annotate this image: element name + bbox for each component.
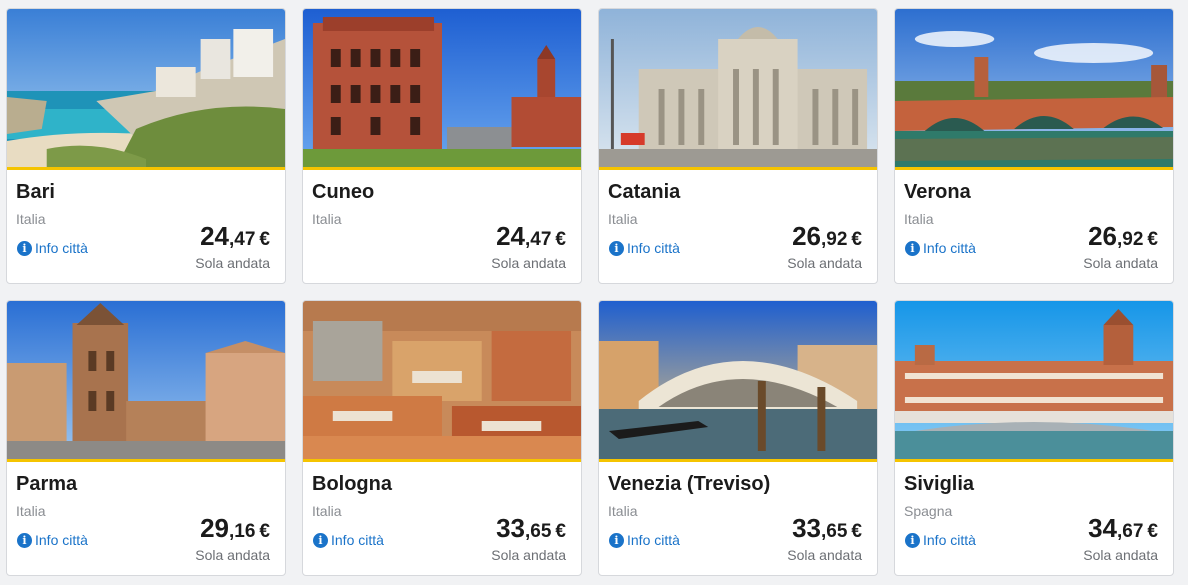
price: 34,67 € [1088,513,1158,544]
info-city-link[interactable]: i Info città [609,532,680,548]
price-decimal: ,92 [1117,229,1144,250]
city-photo [895,9,1173,170]
price: 33,65 € [496,513,566,544]
country-name: Italia [608,211,638,227]
one-way-label: Sola andata [491,255,566,271]
info-icon: i [17,240,32,256]
destination-grid: Bari Italia i Info città 24,47 € Sola and… [6,8,1174,576]
country-name: Italia [16,503,46,519]
price-currency: € [259,229,270,250]
info-city-link[interactable]: i Info città [905,240,976,256]
one-way-label: Sola andata [1083,255,1158,271]
price-currency: € [851,521,862,542]
city-name: Cuneo [312,181,375,203]
price-currency: € [555,521,566,542]
price-integer: 34 [1088,513,1117,543]
info-city-link[interactable]: i Info città [313,532,384,548]
price-decimal: ,47 [525,229,552,250]
city-photo [303,301,581,462]
country-name: Italia [16,211,46,227]
country-name: Italia [608,503,638,519]
price-integer: 33 [496,513,525,543]
destination-card[interactable]: Verona Italia i Info città 26,92 € Sola a… [894,8,1174,284]
one-way-label: Sola andata [787,255,862,271]
one-way-label: Sola andata [787,547,862,563]
city-photo [303,9,581,170]
destination-card[interactable]: Catania Italia i Info città 26,92 € Sola … [598,8,878,284]
price-integer: 24 [200,221,229,251]
price-decimal: ,92 [821,229,848,250]
one-way-label: Sola andata [491,547,566,563]
city-name: Parma [16,473,78,495]
price-currency: € [1147,521,1158,542]
info-city-label: Info città [923,532,976,548]
price-integer: 26 [1088,221,1117,251]
info-city-label: Info città [331,532,384,548]
info-city-link[interactable]: i Info città [17,532,88,548]
price-decimal: ,16 [229,521,256,542]
price-integer: 29 [200,513,229,543]
city-photo [599,9,877,170]
price-currency: € [851,229,862,250]
price: 26,92 € [1088,221,1158,252]
destination-card[interactable]: Parma Italia i Info città 29,16 € Sola an… [6,300,286,576]
info-icon: i [905,240,920,256]
price-integer: 24 [496,221,525,251]
price: 29,16 € [200,513,270,544]
info-city-label: Info città [627,240,680,256]
city-photo [599,301,877,462]
info-city-label: Info città [627,532,680,548]
city-photo [7,301,285,462]
info-city-label: Info città [35,532,88,548]
country-name: Italia [904,211,934,227]
one-way-label: Sola andata [1083,547,1158,563]
price-integer: 33 [792,513,821,543]
one-way-label: Sola andata [195,255,270,271]
city-name: Venezia (Treviso) [608,473,771,495]
info-icon: i [313,532,328,548]
price-currency: € [1147,229,1158,250]
city-photo [7,9,285,170]
destination-card[interactable]: Bologna Italia i Info città 33,65 € Sola … [302,300,582,576]
city-name: Catania [608,181,681,203]
city-name: Bari [16,181,55,203]
price-decimal: ,65 [525,521,552,542]
price-decimal: ,67 [1117,521,1144,542]
price-decimal: ,47 [229,229,256,250]
country-name: Spagna [904,503,953,519]
price-decimal: ,65 [821,521,848,542]
info-icon: i [905,532,920,548]
price: 26,92 € [792,221,862,252]
price-integer: 26 [792,221,821,251]
destination-card[interactable]: Cuneo Italia 24,47 € Sola andata [302,8,582,284]
info-city-label: Info città [923,240,976,256]
info-icon: i [609,532,624,548]
info-city-link[interactable]: i Info città [905,532,976,548]
info-city-label: Info città [35,240,88,256]
city-photo [895,301,1173,462]
country-name: Italia [312,503,342,519]
city-name: Verona [904,181,971,203]
info-icon: i [17,532,32,548]
price-currency: € [259,521,270,542]
city-name: Siviglia [904,473,975,495]
destination-card[interactable]: Venezia (Treviso) Italia i Info città 33… [598,300,878,576]
country-name: Italia [312,211,342,227]
info-icon: i [609,240,624,256]
info-city-link[interactable]: i Info città [17,240,88,256]
destination-card[interactable]: Siviglia Spagna i Info città 34,67 € Sola… [894,300,1174,576]
price: 33,65 € [792,513,862,544]
one-way-label: Sola andata [195,547,270,563]
price: 24,47 € [496,221,566,252]
destination-card[interactable]: Bari Italia i Info città 24,47 € Sola and… [6,8,286,284]
info-city-link[interactable]: i Info città [609,240,680,256]
price-currency: € [555,229,566,250]
price: 24,47 € [200,221,270,252]
city-name: Bologna [312,473,392,495]
